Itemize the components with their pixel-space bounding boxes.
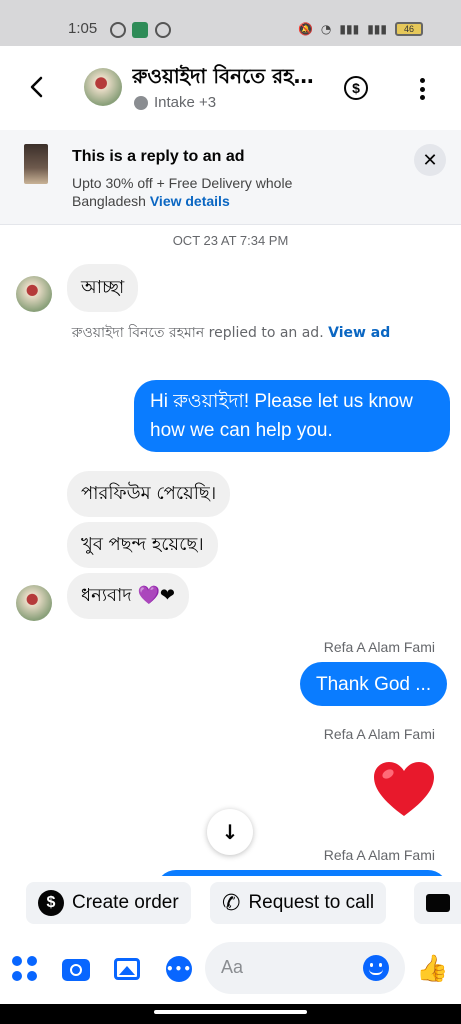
sender-name: Refa A Alam Fami: [323, 847, 435, 863]
status-icons: 🔕 ◔ ▮▮▮ ▮▮▮ 46: [298, 22, 423, 36]
quick-actions-bar: $ Create order ✆ Request to call: [0, 876, 461, 932]
outgoing-message[interactable]: Hi রুওয়াইদা! Please let us know how we …: [134, 380, 450, 452]
close-icon[interactable]: ✕: [414, 144, 446, 176]
contact-avatar[interactable]: [84, 68, 122, 106]
gallery-icon[interactable]: [114, 958, 140, 980]
battery-icon: 46: [395, 22, 423, 36]
label-text[interactable]: Intake +3: [154, 94, 216, 111]
signal-icon: ▮▮▮: [339, 22, 360, 36]
more-options-icon[interactable]: [412, 76, 432, 102]
ad-reply-note-text: রুওয়াইদা বিনতে রহমান replied to an ad.: [71, 325, 324, 341]
chat-header: রুওয়াইদা বিনতে রহমান Intake +3 $: [0, 46, 461, 130]
ad-reply-banner: This is a reply to an ad Upto 30% off + …: [0, 130, 461, 225]
ad-banner-title: This is a reply to an ad: [72, 148, 245, 165]
like-thumbs-up-icon[interactable]: 👍: [416, 954, 448, 984]
sender-name: Refa A Alam Fami: [323, 726, 435, 742]
sender-name: Refa A Alam Fami: [323, 639, 435, 655]
message-composer: ••• Aa 👍: [0, 932, 461, 1004]
sync-icon: [110, 22, 126, 38]
incoming-message[interactable]: খুব পছন্দ হয়েছে।: [67, 522, 218, 568]
message-input[interactable]: Aa: [205, 942, 405, 994]
camera-icon[interactable]: [62, 959, 90, 981]
phone-plus-icon: ✆: [222, 890, 241, 915]
ad-thumbnail[interactable]: [24, 144, 48, 184]
emoji-icon[interactable]: [363, 955, 389, 981]
heart-reaction-icon[interactable]: [372, 760, 436, 820]
payment-dollar-icon[interactable]: $: [344, 76, 368, 100]
request-call-button[interactable]: ✆ Request to call: [210, 882, 387, 924]
ad-reply-note: রুওয়াইদা বিনতে রহমান replied to an ad. …: [66, 323, 396, 343]
outgoing-message[interactable]: Thank God ...: [300, 662, 448, 706]
message-timestamp: OCT 23 AT 7:34 PM: [172, 233, 289, 248]
apps-grid-icon[interactable]: [12, 956, 38, 982]
shield-icon: [132, 22, 148, 38]
home-indicator[interactable]: [154, 1010, 307, 1014]
contact-name[interactable]: রুওয়াইদা বিনতে রহমান: [132, 62, 322, 95]
view-details-link[interactable]: View details: [150, 193, 230, 209]
incoming-message[interactable]: ধন্যবাদ 💜❤: [67, 573, 189, 619]
contact-subtitle: Intake +3: [134, 94, 216, 111]
create-order-button[interactable]: $ Create order: [26, 882, 191, 924]
contact-card-icon: [426, 894, 450, 912]
label-dot-icon: [134, 95, 148, 110]
message-input-placeholder: Aa: [221, 957, 244, 977]
avatar[interactable]: [16, 276, 52, 312]
back-arrow-icon[interactable]: [26, 72, 48, 102]
messenger-icon: [155, 22, 171, 38]
status-bar: 1:05 🔕 ◔ ▮▮▮ ▮▮▮ 46: [0, 0, 461, 46]
wifi-icon: ◔: [320, 22, 332, 36]
incoming-message[interactable]: পারফিউম পেয়েছি।: [67, 471, 231, 517]
scroll-down-arrow-icon[interactable]: ↓: [207, 809, 253, 855]
status-time: 1:05: [68, 20, 98, 37]
view-ad-link[interactable]: View ad: [328, 325, 390, 341]
incoming-message[interactable]: আচ্ছা: [67, 264, 139, 312]
avatar[interactable]: [16, 585, 52, 621]
voice-message-icon[interactable]: •••: [166, 956, 192, 982]
ad-banner-description: Upto 30% off + Free Delivery whole Bangl…: [72, 174, 342, 210]
request-call-label: Request to call: [248, 892, 375, 913]
create-order-label: Create order: [72, 892, 179, 913]
system-nav-bar: [0, 1004, 461, 1024]
dollar-icon: $: [38, 890, 64, 916]
signal2-icon: ▮▮▮: [367, 22, 387, 36]
contact-card-button[interactable]: [414, 882, 461, 924]
mute-icon: 🔕: [297, 22, 313, 36]
